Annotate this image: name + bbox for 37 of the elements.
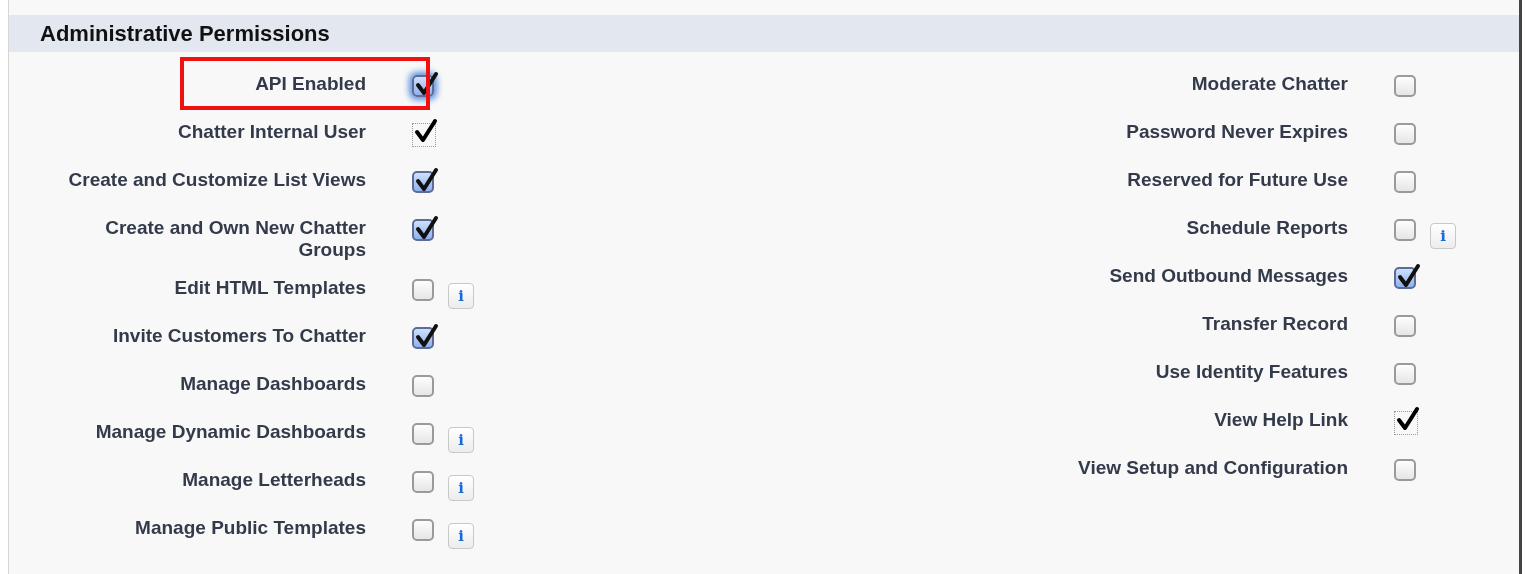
- permission-label: Create and Own New Chatter Groups: [104, 217, 366, 261]
- help-button[interactable]: i: [448, 475, 474, 501]
- permission-label: Edit HTML Templates: [173, 277, 366, 299]
- permission-label: Manage Dashboards: [179, 373, 366, 395]
- permission-label: Manage Letterheads: [181, 469, 366, 491]
- help-button[interactable]: i: [448, 523, 474, 549]
- permission-label: Manage Public Templates: [134, 517, 366, 539]
- checkbox[interactable]: [1394, 75, 1416, 97]
- permission-label: Manage Dynamic Dashboards: [94, 421, 366, 443]
- help-button[interactable]: i: [1430, 223, 1456, 249]
- checkbox[interactable]: [1394, 123, 1416, 145]
- checkbox[interactable]: [412, 279, 434, 301]
- checkbox[interactable]: [1394, 171, 1416, 193]
- permission-label: Chatter Internal User: [177, 121, 366, 143]
- section-title: Administrative Permissions: [40, 20, 330, 47]
- permission-label: Moderate Chatter: [1190, 73, 1348, 95]
- checkbox[interactable]: [412, 375, 434, 397]
- help-button[interactable]: i: [448, 283, 474, 309]
- permission-label: Reserved for Future Use: [1126, 169, 1348, 191]
- permission-label: View Help Link: [1213, 409, 1348, 431]
- checkbox[interactable]: [1394, 219, 1416, 241]
- permission-label: Send Outbound Messages: [1108, 265, 1348, 287]
- checkbox[interactable]: [1394, 315, 1416, 337]
- checkbox[interactable]: [1394, 363, 1416, 385]
- checkbox[interactable]: [412, 471, 434, 493]
- help-button[interactable]: i: [448, 427, 474, 453]
- permission-label: Schedule Reports: [1185, 217, 1348, 239]
- checkbox[interactable]: [412, 519, 434, 541]
- permission-label: Invite Customers To Chatter: [111, 325, 366, 347]
- permission-label: View Setup and Configuration: [1077, 457, 1348, 479]
- permission-label: Use Identity Features: [1154, 361, 1348, 383]
- checkbox[interactable]: [412, 423, 434, 445]
- permission-label: API Enabled: [254, 73, 366, 95]
- permission-label: Password Never Expires: [1125, 121, 1348, 143]
- permission-label: Create and Customize List Views: [67, 169, 366, 191]
- checkbox[interactable]: [1394, 459, 1416, 481]
- permission-label: Transfer Record: [1201, 313, 1348, 335]
